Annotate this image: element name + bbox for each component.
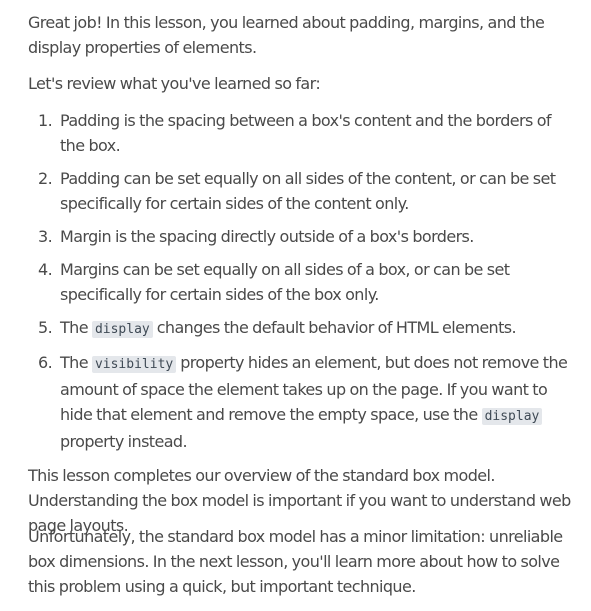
recap-item-text: Margin is the spacing directly outside o… bbox=[60, 227, 474, 246]
inline-code-display: display bbox=[481, 408, 543, 425]
recap-item-number: 4. bbox=[38, 260, 53, 279]
recap-list: 1. Padding is the spacing between a box'… bbox=[28, 108, 568, 462]
recap-item-text-post: property instead. bbox=[60, 432, 188, 451]
inline-code-display: display bbox=[91, 321, 153, 338]
recap-item: 2. Padding can be set equally on all sid… bbox=[28, 166, 568, 216]
recap-item: 5. The display changes the default behav… bbox=[28, 315, 568, 342]
recap-item-number: 6. bbox=[38, 353, 53, 372]
recap-item-number: 5. bbox=[38, 318, 53, 337]
recap-item: 6. The visibility property hides an elem… bbox=[28, 350, 568, 454]
recap-item-text-pre: The bbox=[60, 318, 92, 337]
inline-code-visibility: visibility bbox=[91, 356, 177, 373]
recap-item-text: Padding is the spacing between a box's c… bbox=[60, 111, 552, 155]
recap-item-number: 3. bbox=[38, 227, 53, 246]
recap-item-text-pre: The bbox=[60, 353, 92, 372]
lesson-recap-page: Great job! In this lesson, you learned a… bbox=[0, 0, 591, 611]
review-lead-paragraph: Let's review what you've learned so far: bbox=[28, 74, 321, 93]
recap-item: 1. Padding is the spacing between a box'… bbox=[28, 108, 568, 158]
recap-item-number: 1. bbox=[38, 111, 53, 130]
recap-item-text: Padding can be set equally on all sides … bbox=[60, 169, 556, 213]
next-lesson-paragraph: Unfortunately, the standard box model ha… bbox=[28, 527, 563, 596]
congrats-paragraph: Great job! In this lesson, you learned a… bbox=[28, 13, 545, 57]
recap-item: 3. Margin is the spacing directly outsid… bbox=[28, 224, 568, 249]
recap-item: 4. Margins can be set equally on all sid… bbox=[28, 257, 568, 307]
recap-item-text-post: changes the default behavior of HTML ele… bbox=[152, 318, 517, 337]
recap-item-text: Margins can be set equally on all sides … bbox=[60, 260, 510, 304]
recap-item-number: 2. bbox=[38, 169, 53, 188]
